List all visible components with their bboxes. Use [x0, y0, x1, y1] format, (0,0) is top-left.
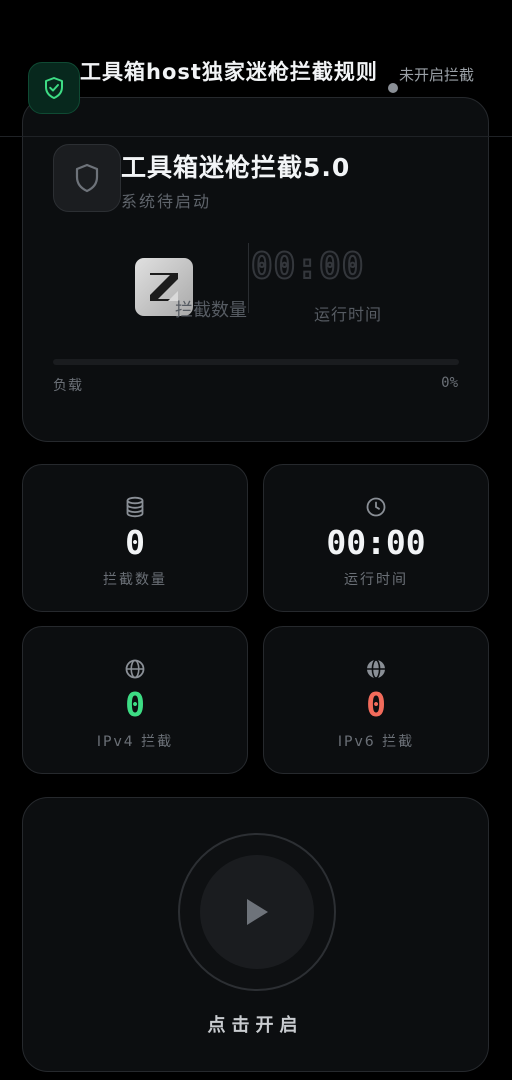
load-value: 0% [441, 375, 458, 391]
start-ring [178, 833, 336, 991]
stat-value: 0 [366, 685, 386, 724]
shield-outline-icon [53, 144, 121, 212]
stat-value: 0 [125, 523, 145, 562]
status-card: 工具箱迷枪拦截5.0 系统待启动 拦截数量 00:00 运行时间 负载 0% [22, 97, 489, 442]
top-bar: 工具箱host独家迷枪拦截规则 未开启拦截 [0, 0, 512, 137]
status-dot [388, 83, 398, 93]
shield-check-icon [28, 62, 80, 114]
start-button[interactable] [200, 855, 314, 969]
stat-label: IPv4 拦截 [96, 734, 174, 750]
stat-card-count: 0 拦截数量 [22, 464, 248, 612]
hero-count-label: 拦截数量 [175, 300, 247, 321]
clock-icon [264, 496, 488, 518]
load-label: 负载 [53, 378, 83, 394]
stat-card-ipv4: 0 IPv4 拦截 [22, 626, 248, 774]
play-icon [244, 897, 270, 927]
stat-label: 拦截数量 [103, 572, 167, 588]
globe-filled-icon [264, 658, 488, 680]
hero-subtitle: 系统待启动 [121, 192, 212, 211]
stat-label: 运行时间 [344, 572, 408, 588]
app-screen: 工具箱迷枪拦截5.0 系统待启动 拦截数量 00:00 运行时间 负载 0% 工… [0, 0, 512, 1080]
load-progress-bar [53, 359, 459, 365]
hero-title: 工具箱迷枪拦截5.0 [121, 153, 351, 182]
globe-icon [23, 658, 247, 680]
stat-card-ipv6: 0 IPv6 拦截 [263, 626, 489, 774]
stat-label: IPv6 拦截 [337, 734, 415, 750]
stat-card-runtime: 00:00 运行时间 [263, 464, 489, 612]
stat-value: 00:00 [326, 523, 426, 562]
start-card: 点击开启 [22, 797, 489, 1072]
stat-value: 0 [125, 685, 145, 724]
start-label[interactable]: 点击开启 [23, 1011, 488, 1037]
page-title: 工具箱host独家迷枪拦截规则 [80, 60, 378, 84]
database-icon [23, 496, 247, 518]
divider [248, 243, 249, 313]
hero-time-label: 运行时间 [314, 305, 383, 324]
status-text: 未开启拦截 [399, 66, 475, 84]
hero-time-value: 00:00 [250, 245, 365, 288]
